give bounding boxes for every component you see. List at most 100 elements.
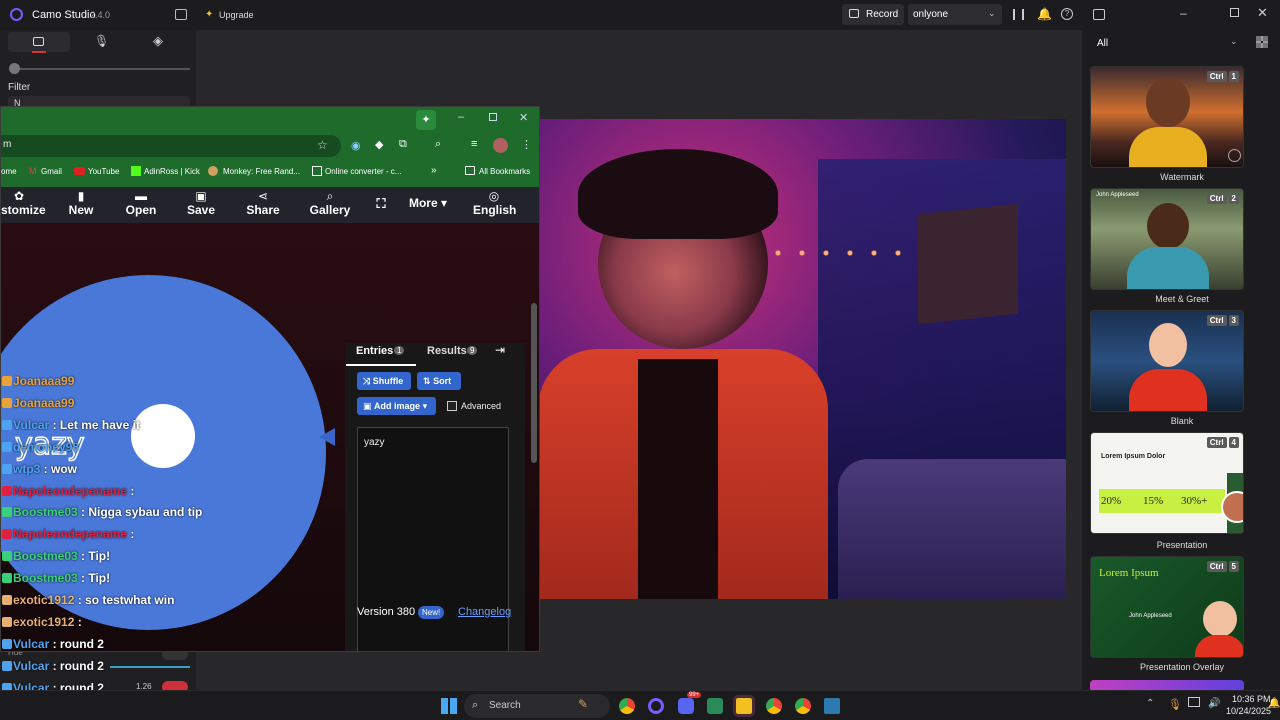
- scene-thumb-blank[interactable]: Ctrl 3: [1090, 310, 1244, 412]
- photos-icon[interactable]: [824, 698, 840, 714]
- layers-icon[interactable]: ◈: [153, 33, 163, 49]
- sort-button[interactable]: ⇅ Sort: [417, 372, 461, 390]
- scene-filter-select[interactable]: All ⌄: [1090, 33, 1244, 53]
- bookmark-gmail[interactable]: Gmail: [41, 167, 62, 176]
- hue-slider[interactable]: [110, 666, 190, 668]
- microphone-icon[interactable]: 🎙: [94, 34, 109, 48]
- slider-track[interactable]: [10, 68, 190, 70]
- address-bar[interactable]: m ☆: [1, 135, 341, 157]
- sidebar-toggle-icon[interactable]: [175, 9, 187, 20]
- slider-handle[interactable]: [9, 63, 20, 74]
- clock-time[interactable]: 10:36 PM: [1232, 694, 1271, 704]
- menu-dots-icon[interactable]: ⋮: [521, 138, 532, 151]
- screen-search-icon[interactable]: ⌕: [435, 138, 441, 151]
- file-icon: ▮: [77, 189, 85, 203]
- display-tray-icon[interactable]: [1188, 697, 1200, 707]
- window-close-button[interactable]: ✕: [519, 111, 528, 124]
- minimize-button[interactable]: –: [1180, 6, 1187, 20]
- app-icon[interactable]: [707, 698, 723, 714]
- bookmark-monkey[interactable]: Monkey: Free Rand...: [223, 167, 300, 176]
- more-bookmarks-icon[interactable]: »: [431, 165, 437, 176]
- wheel-center[interactable]: [131, 404, 195, 468]
- changelog-link[interactable]: Changelog: [458, 606, 511, 618]
- extension-diamond-icon[interactable]: ◆: [375, 138, 383, 151]
- help-icon[interactable]: ?: [1061, 8, 1073, 20]
- camo-taskbar-icon[interactable]: [648, 698, 664, 714]
- chrome-profile-icon[interactable]: [766, 698, 782, 714]
- new-button[interactable]: ▮ New: [65, 189, 97, 217]
- chat-message: wtp3 : wow: [2, 462, 77, 476]
- tray-chevron-icon[interactable]: ⌃: [1146, 698, 1154, 709]
- tab-entries[interactable]: Entries 1: [346, 340, 416, 366]
- language-button[interactable]: ◎ English: [473, 189, 516, 217]
- bookmark-star-icon[interactable]: ☆: [317, 138, 328, 152]
- bookmark-kick[interactable]: AdinRoss | Kick: [144, 167, 200, 176]
- profile-avatar[interactable]: [493, 138, 508, 153]
- save-label: Save: [186, 203, 216, 217]
- scene-thumb-meet-greet[interactable]: John Appleseed Ctrl 2: [1090, 188, 1244, 290]
- shuffle-button[interactable]: ⤨ Shuffle: [357, 372, 411, 390]
- discord-icon[interactable]: 99+: [678, 692, 702, 714]
- slide-title: Lorem Ipsum Dolor: [1101, 453, 1166, 460]
- scene-thumb-presentation-overlay[interactable]: Lorem Ipsum John Appleseed Ctrl 5: [1090, 556, 1244, 658]
- chat-badge-icon: [2, 419, 12, 430]
- chat-badge-icon: [2, 397, 12, 408]
- presenter-avatar: [1203, 601, 1237, 637]
- name-tag: John Appleseed: [1129, 613, 1172, 619]
- more-button[interactable]: More ▾: [405, 196, 451, 210]
- scene-thumb-watermark[interactable]: Ctrl 1: [1090, 66, 1244, 168]
- bookmark-home[interactable]: ome: [1, 167, 17, 176]
- open-label: Open: [125, 203, 157, 217]
- close-button[interactable]: ✕: [1257, 5, 1268, 21]
- record-icon: [849, 9, 859, 18]
- chrome-profile-2-icon[interactable]: [795, 698, 811, 714]
- add-image-button[interactable]: ▣ Add image ▾: [357, 397, 436, 415]
- customize-button[interactable]: ✿ stomize: [1, 189, 46, 217]
- gemini-icon[interactable]: ✦: [416, 110, 436, 130]
- notification-icon[interactable]: 🔔: [1268, 698, 1280, 709]
- tab-video[interactable]: [8, 32, 70, 53]
- search-icon: ⌕: [326, 189, 334, 203]
- person-avatar: [1146, 77, 1190, 127]
- grid-view-icon[interactable]: [1256, 36, 1268, 48]
- clock-date[interactable]: 10/24/2025: [1226, 706, 1271, 716]
- chrome-icon[interactable]: [619, 698, 635, 714]
- sticky-notes-icon[interactable]: [733, 695, 755, 717]
- extensions-icon[interactable]: ⧉: [399, 138, 407, 151]
- scene-select[interactable]: onlyone ⌄: [908, 4, 1002, 25]
- gallery-button[interactable]: ⌕ Gallery: [309, 189, 351, 217]
- chat-text: : round 2: [49, 658, 104, 673]
- extension-sound-icon[interactable]: ◉: [351, 139, 361, 152]
- advanced-checkbox[interactable]: [447, 401, 457, 411]
- microphone-tray-icon[interactable]: 🎙: [1168, 698, 1182, 711]
- share-button[interactable]: ⋖ Share: [245, 189, 281, 217]
- media-icon[interactable]: ≡: [471, 138, 477, 150]
- bell-icon[interactable]: 🔔: [1037, 7, 1052, 21]
- taskbar-search[interactable]: ⌕ Search ✎: [464, 694, 610, 718]
- shortcut-key: Ctrl: [1206, 561, 1227, 572]
- bookmark-all[interactable]: All Bookmarks: [479, 167, 530, 176]
- window-maximize-button[interactable]: [489, 113, 497, 121]
- scene-thumb-presentation[interactable]: Lorem Ipsum Dolor 20% 15% 30%+ Ctrl 4: [1090, 432, 1244, 534]
- tab-active-indicator: [346, 364, 416, 366]
- monkey-icon: [208, 166, 218, 176]
- panel-toggle-icon[interactable]: [1093, 9, 1105, 20]
- fullscreen-button[interactable]: ⛶: [373, 196, 389, 212]
- record-button[interactable]: Record: [842, 4, 904, 25]
- search-highlight-icon: ✎: [578, 697, 589, 711]
- hide-panel-icon[interactable]: ⇥: [495, 343, 505, 357]
- save-button[interactable]: ▣ Save: [185, 189, 217, 217]
- open-button[interactable]: ▬ Open: [123, 189, 159, 217]
- tab-results[interactable]: Results 9: [421, 340, 491, 366]
- bookmark-converter[interactable]: Online converter - c...: [325, 167, 401, 176]
- window-minimize-button[interactable]: –: [458, 111, 464, 123]
- layout-icon[interactable]: [1013, 9, 1024, 20]
- chat-username: demoney98: [13, 439, 80, 454]
- windows-start-icon[interactable]: [441, 698, 457, 714]
- scrollbar-thumb[interactable]: [531, 303, 537, 463]
- maximize-button[interactable]: [1230, 8, 1239, 17]
- shortcut-badge: Ctrl 4: [1206, 437, 1239, 448]
- upgrade-button[interactable]: Upgrade: [219, 10, 254, 20]
- bookmark-youtube[interactable]: YouTube: [88, 167, 119, 176]
- volume-icon[interactable]: 🔊: [1208, 698, 1220, 709]
